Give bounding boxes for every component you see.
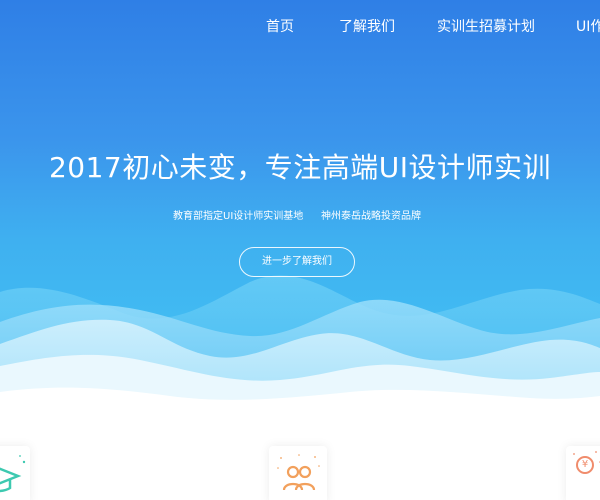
hero-waves — [0, 275, 600, 400]
nav-item-home[interactable]: 首页 — [266, 16, 294, 36]
hero-subline-right: 神州泰岳战略投资品牌 — [321, 211, 421, 222]
hero-banner: 首页 了解我们 实训生招募计划 UI作 2017初心未变，专注高端UI设计师实训… — [0, 0, 600, 400]
nav-item-recruitment[interactable]: 实训生招募计划 — [437, 16, 535, 36]
feature-card-education[interactable] — [0, 446, 30, 500]
learn-more-button[interactable]: 进一步了解我们 — [239, 247, 355, 277]
feature-card-team[interactable] — [269, 446, 327, 500]
nav-item-ui-works[interactable]: UI作 — [576, 16, 600, 36]
nav-item-about[interactable]: 了解我们 — [339, 16, 395, 36]
yen-icon: ¥ — [576, 456, 594, 474]
users-icon — [277, 454, 320, 491]
feature-card-salary[interactable]: ¥ — [566, 446, 600, 500]
hero-subline-left: 教育部指定UI设计师实训基地 — [173, 211, 304, 222]
graduation-cap-icon — [0, 455, 26, 493]
hero-headline: 2017初心未变，专注高端UI设计师实训 — [48, 151, 551, 184]
top-navigation: 首页 了解我们 实训生招募计划 UI作 — [0, 0, 600, 52]
